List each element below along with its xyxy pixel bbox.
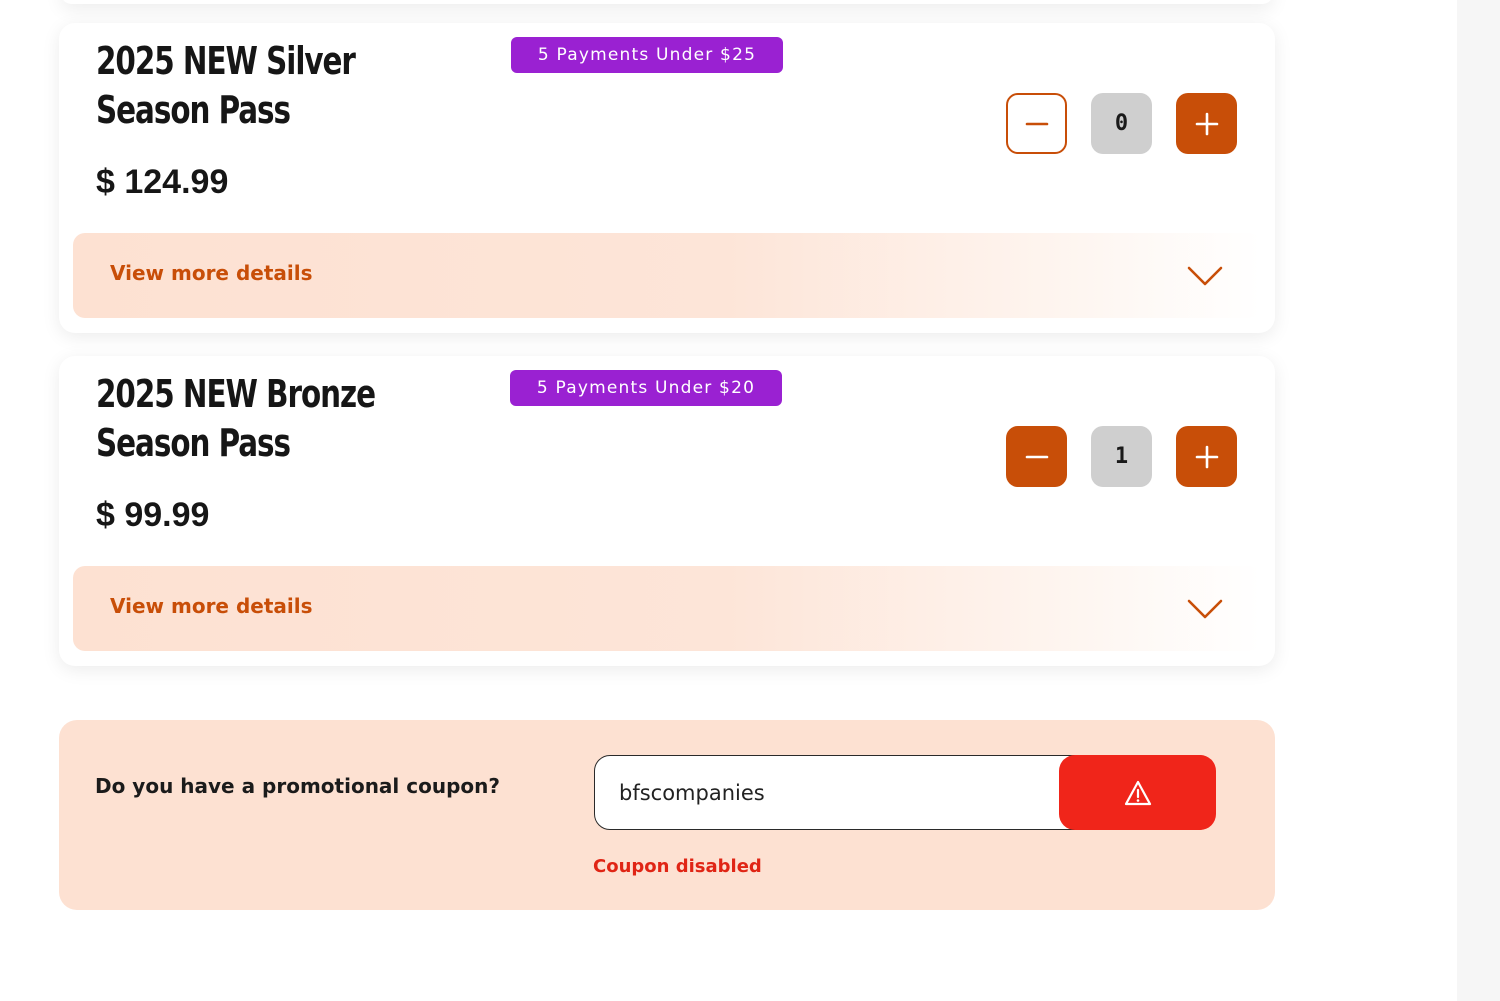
- product-card-silver: 2025 NEW Silver Season Pass 5 Payments U…: [59, 23, 1275, 333]
- increase-quantity-button[interactable]: [1176, 93, 1237, 154]
- quantity-value: 1: [1091, 426, 1152, 487]
- product-title: 2025 NEW Silver Season Pass: [96, 39, 356, 132]
- decrease-quantity-button[interactable]: [1006, 426, 1067, 487]
- payment-plan-badge: 5 Payments Under $25: [511, 37, 783, 73]
- view-details-toggle[interactable]: View more details: [73, 233, 1261, 318]
- view-details-label: View more details: [110, 594, 313, 618]
- apply-coupon-button[interactable]: [1059, 755, 1216, 830]
- minus-icon: [1025, 122, 1048, 125]
- decrease-quantity-button[interactable]: [1006, 93, 1067, 154]
- coupon-error-message: Coupon disabled: [593, 856, 762, 877]
- right-scroll-gutter: [1457, 0, 1500, 1001]
- coupon-question: Do you have a promotional coupon?: [95, 774, 500, 798]
- warning-icon: [1124, 780, 1151, 805]
- increase-quantity-button[interactable]: [1176, 426, 1237, 487]
- view-details-toggle[interactable]: View more details: [73, 566, 1261, 651]
- quantity-value: 0: [1091, 93, 1152, 154]
- chevron-down-icon: [1187, 266, 1223, 286]
- product-title: 2025 NEW Bronze Season Pass: [96, 372, 376, 465]
- product-price: $ 124.99: [96, 163, 229, 201]
- minus-icon: [1025, 455, 1048, 458]
- chevron-down-icon: [1187, 599, 1223, 619]
- previous-product-card: [60, 0, 1274, 4]
- product-price: $ 99.99: [96, 496, 210, 534]
- product-card-bronze: 2025 NEW Bronze Season Pass 5 Payments U…: [59, 356, 1275, 666]
- payment-plan-badge: 5 Payments Under $20: [510, 370, 782, 406]
- plus-icon: [1195, 112, 1218, 135]
- plus-icon: [1195, 445, 1218, 468]
- view-details-label: View more details: [110, 261, 313, 285]
- coupon-panel: Do you have a promotional coupon? Coupon…: [59, 720, 1275, 910]
